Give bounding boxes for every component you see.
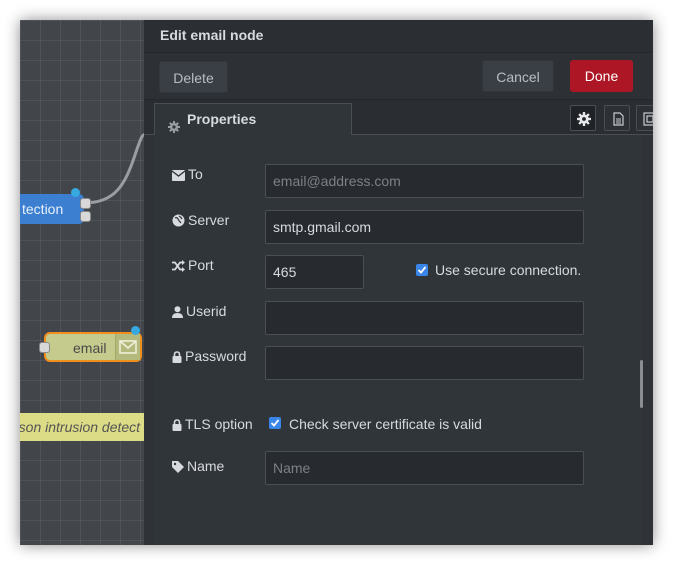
connection-wire — [83, 132, 144, 205]
detection-node[interactable]: tection — [20, 194, 84, 224]
tab-settings[interactable] — [570, 105, 596, 131]
tray-title: Edit email node — [160, 27, 264, 43]
email-status-dot — [131, 326, 140, 335]
server-input[interactable]: smtp.gmail.com — [265, 210, 584, 244]
tls-verify-label[interactable]: Check server certificate is valid — [289, 415, 482, 433]
tls-verify-checkbox[interactable] — [269, 417, 281, 429]
tray-toolbar: Delete Cancel Done — [144, 53, 653, 100]
comment-node-label: rson intrusion detect — [20, 419, 141, 435]
secure-connection-label[interactable]: Use secure connection. — [435, 261, 581, 279]
name-label-text: Name — [187, 458, 225, 474]
port-label-text: Port — [188, 257, 214, 273]
tray-header: Edit email node — [144, 20, 653, 53]
detection-output-port-1[interactable] — [80, 198, 91, 209]
email-node[interactable]: email — [44, 332, 142, 362]
delete-button[interactable]: Delete — [159, 61, 228, 93]
port-label: Port — [172, 255, 214, 275]
userid-label-text: Userid — [186, 303, 227, 319]
tag-icon — [172, 461, 184, 473]
secure-connection-checkbox[interactable] — [416, 264, 428, 276]
to-input[interactable]: email@address.com — [265, 164, 584, 198]
envelope-icon — [115, 334, 140, 360]
globe-icon — [172, 214, 185, 227]
name-input[interactable]: Name — [265, 451, 584, 485]
port-input[interactable]: 465 — [265, 255, 364, 289]
password-label-text: Password — [185, 348, 247, 364]
done-button[interactable]: Done — [570, 60, 633, 92]
lock-icon — [172, 419, 182, 431]
tray-scrollbar[interactable] — [640, 360, 643, 408]
to-label-text: To — [188, 166, 203, 182]
lock-icon — [172, 351, 182, 363]
email-node-label: email — [73, 340, 107, 356]
editor-window: tection email rson intrusion detect Edit… — [20, 20, 653, 545]
tab-properties-label: Properties — [187, 111, 257, 127]
tab-description[interactable] — [604, 105, 630, 131]
userid-input[interactable] — [265, 301, 584, 335]
server-label-text: Server — [188, 212, 230, 228]
tls-label-text: TLS option — [185, 416, 253, 432]
password-label: Password — [172, 346, 246, 366]
tabs-bar: Properties — [144, 100, 653, 135]
detection-output-port-2[interactable] — [80, 211, 91, 222]
tab-properties[interactable]: Properties — [154, 103, 352, 135]
properties-form: To email@address.com Server smtp.gmail.c… — [154, 135, 643, 545]
detection-status-dot — [71, 188, 80, 197]
detection-node-label: tection — [22, 201, 64, 217]
server-label: Server — [172, 210, 229, 230]
user-icon — [172, 306, 183, 318]
flow-canvas[interactable]: tection email rson intrusion detect — [20, 20, 144, 545]
envelope-icon — [171, 170, 186, 181]
random-icon — [172, 260, 185, 272]
userid-label: Userid — [172, 301, 226, 321]
tab-appearance[interactable] — [636, 105, 653, 131]
name-label: Name — [172, 456, 224, 476]
edit-tray: Edit email node Delete Cancel Done Prope… — [144, 20, 653, 545]
tls-label: TLS option — [172, 414, 253, 434]
password-input[interactable] — [265, 346, 584, 380]
email-input-port[interactable] — [39, 342, 50, 353]
to-label: To — [171, 164, 203, 184]
cancel-button[interactable]: Cancel — [482, 60, 554, 92]
comment-node[interactable]: rson intrusion detect — [20, 413, 144, 441]
